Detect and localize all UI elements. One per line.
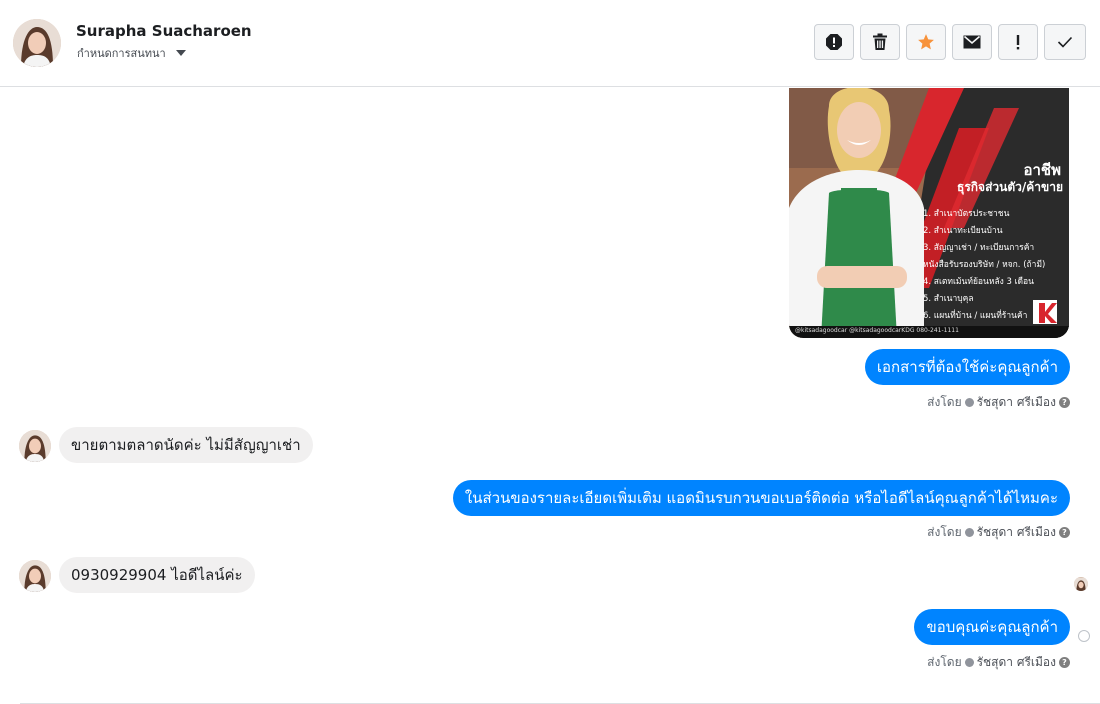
contact-avatar-small[interactable]: [19, 560, 51, 592]
envelope-icon: [963, 35, 981, 49]
incoming-message[interactable]: 0930929904 ไอดีไลน์ค่ะ: [59, 557, 255, 593]
help-icon[interactable]: ?: [1059, 527, 1070, 538]
outgoing-message[interactable]: ขอบคุณค่ะคุณลูกค้า: [914, 609, 1070, 645]
sender-name[interactable]: รัชสุดา ศรีเมือง: [977, 653, 1056, 672]
contact-name[interactable]: Surapha Suacharoen: [76, 22, 252, 40]
sender-name[interactable]: รัชสุดา ศรีเมือง: [977, 523, 1056, 542]
document-poster-image[interactable]: อาชีพ ธุรกิจส่วนตัว/ค้าขาย 1. สำเนาบัตรป…: [789, 88, 1069, 338]
incoming-message[interactable]: ขายตามตลาดนัดค่ะ ไม่มีสัญญาเช่า: [59, 427, 313, 463]
trash-icon: [873, 33, 887, 50]
outgoing-message[interactable]: เอกสารที่ต้องใช้ค่ะคุณลูกค้า: [864, 349, 1070, 385]
seen-by-avatar: [1074, 577, 1088, 591]
star-button[interactable]: [906, 24, 946, 60]
mark-done-button[interactable]: [1044, 24, 1086, 60]
poster-item: 3. สัญญาเช่า / ทะเบียนการค้า: [923, 243, 1035, 253]
caret-down-icon: [175, 50, 186, 56]
sender-name[interactable]: รัชสุดา ศรีเมือง: [977, 393, 1056, 412]
star-icon: [918, 34, 934, 50]
poster-item: 2. สำเนาทะเบียนบ้าน: [923, 226, 1003, 236]
conversation-header: Surapha Suacharoen กำหนดการสนทนา: [0, 0, 1100, 87]
poster-items: 1. สำเนาบัตรประชาชน 2. สำเนาทะเบียนบ้าน …: [923, 206, 1067, 325]
poster-item: หนังสือรับรองบริษัท / หจก. (ถ้ามี): [923, 260, 1046, 270]
poster-item: 4. สเตทเม้นท์ย้อนหลัง 3 เดือน: [923, 277, 1034, 287]
exclamation-icon: [1016, 35, 1020, 50]
sent-by-label: ส่งโดย รัชสุดา ศรีเมือง ?: [927, 393, 1070, 412]
page-icon: [964, 528, 974, 537]
header-actions: [814, 24, 1086, 60]
check-icon: [1057, 36, 1073, 48]
sent-by-prefix: ส่งโดย: [927, 525, 962, 539]
delivered-check-icon: [1078, 630, 1090, 642]
mark-unread-button[interactable]: [952, 24, 992, 60]
sent-by-label: ส่งโดย รัชสุดา ศรีเมือง ?: [927, 523, 1070, 542]
page-icon: [964, 398, 974, 407]
help-icon[interactable]: ?: [1059, 397, 1070, 408]
poster-item: 5. สำเนาบุคุล: [923, 294, 974, 304]
help-icon[interactable]: ?: [1059, 657, 1070, 668]
delete-button[interactable]: [860, 24, 900, 60]
contact-avatar[interactable]: [13, 19, 61, 67]
mark-spam-button[interactable]: [814, 24, 854, 60]
sent-by-prefix: ส่งโดย: [927, 395, 962, 409]
message-thread: อาชีพ ธุรกิจส่วนตัว/ค้าขาย 1. สำเนาบัตรป…: [0, 88, 1100, 704]
poster-item: 1. สำเนาบัตรประชาชน: [923, 209, 1010, 219]
assign-label: กำหนดการสนทนา: [77, 47, 166, 60]
poster-footer: @kitsadagoodcar @kitsadagoodcarKDG 080-2…: [795, 327, 959, 334]
poster-subtitle: ธุรกิจส่วนตัว/ค้าขาย: [957, 180, 1063, 194]
contact-avatar-small[interactable]: [19, 430, 51, 462]
poster-item: 6. แผนที่บ้าน / แผนที่ร้านค้า: [923, 311, 1028, 321]
report-spam-icon: [826, 34, 842, 50]
sent-by-label: ส่งโดย รัชสุดา ศรีเมือง ?: [927, 653, 1070, 672]
outgoing-message[interactable]: ในส่วนของรายละเอียดเพิ่มเติม แอดมินรบกวน…: [452, 480, 1070, 516]
page-icon: [964, 658, 974, 667]
assign-conversation-dropdown[interactable]: กำหนดการสนทนา: [77, 44, 186, 62]
follow-up-button[interactable]: [998, 24, 1038, 60]
sent-by-prefix: ส่งโดย: [927, 655, 962, 669]
